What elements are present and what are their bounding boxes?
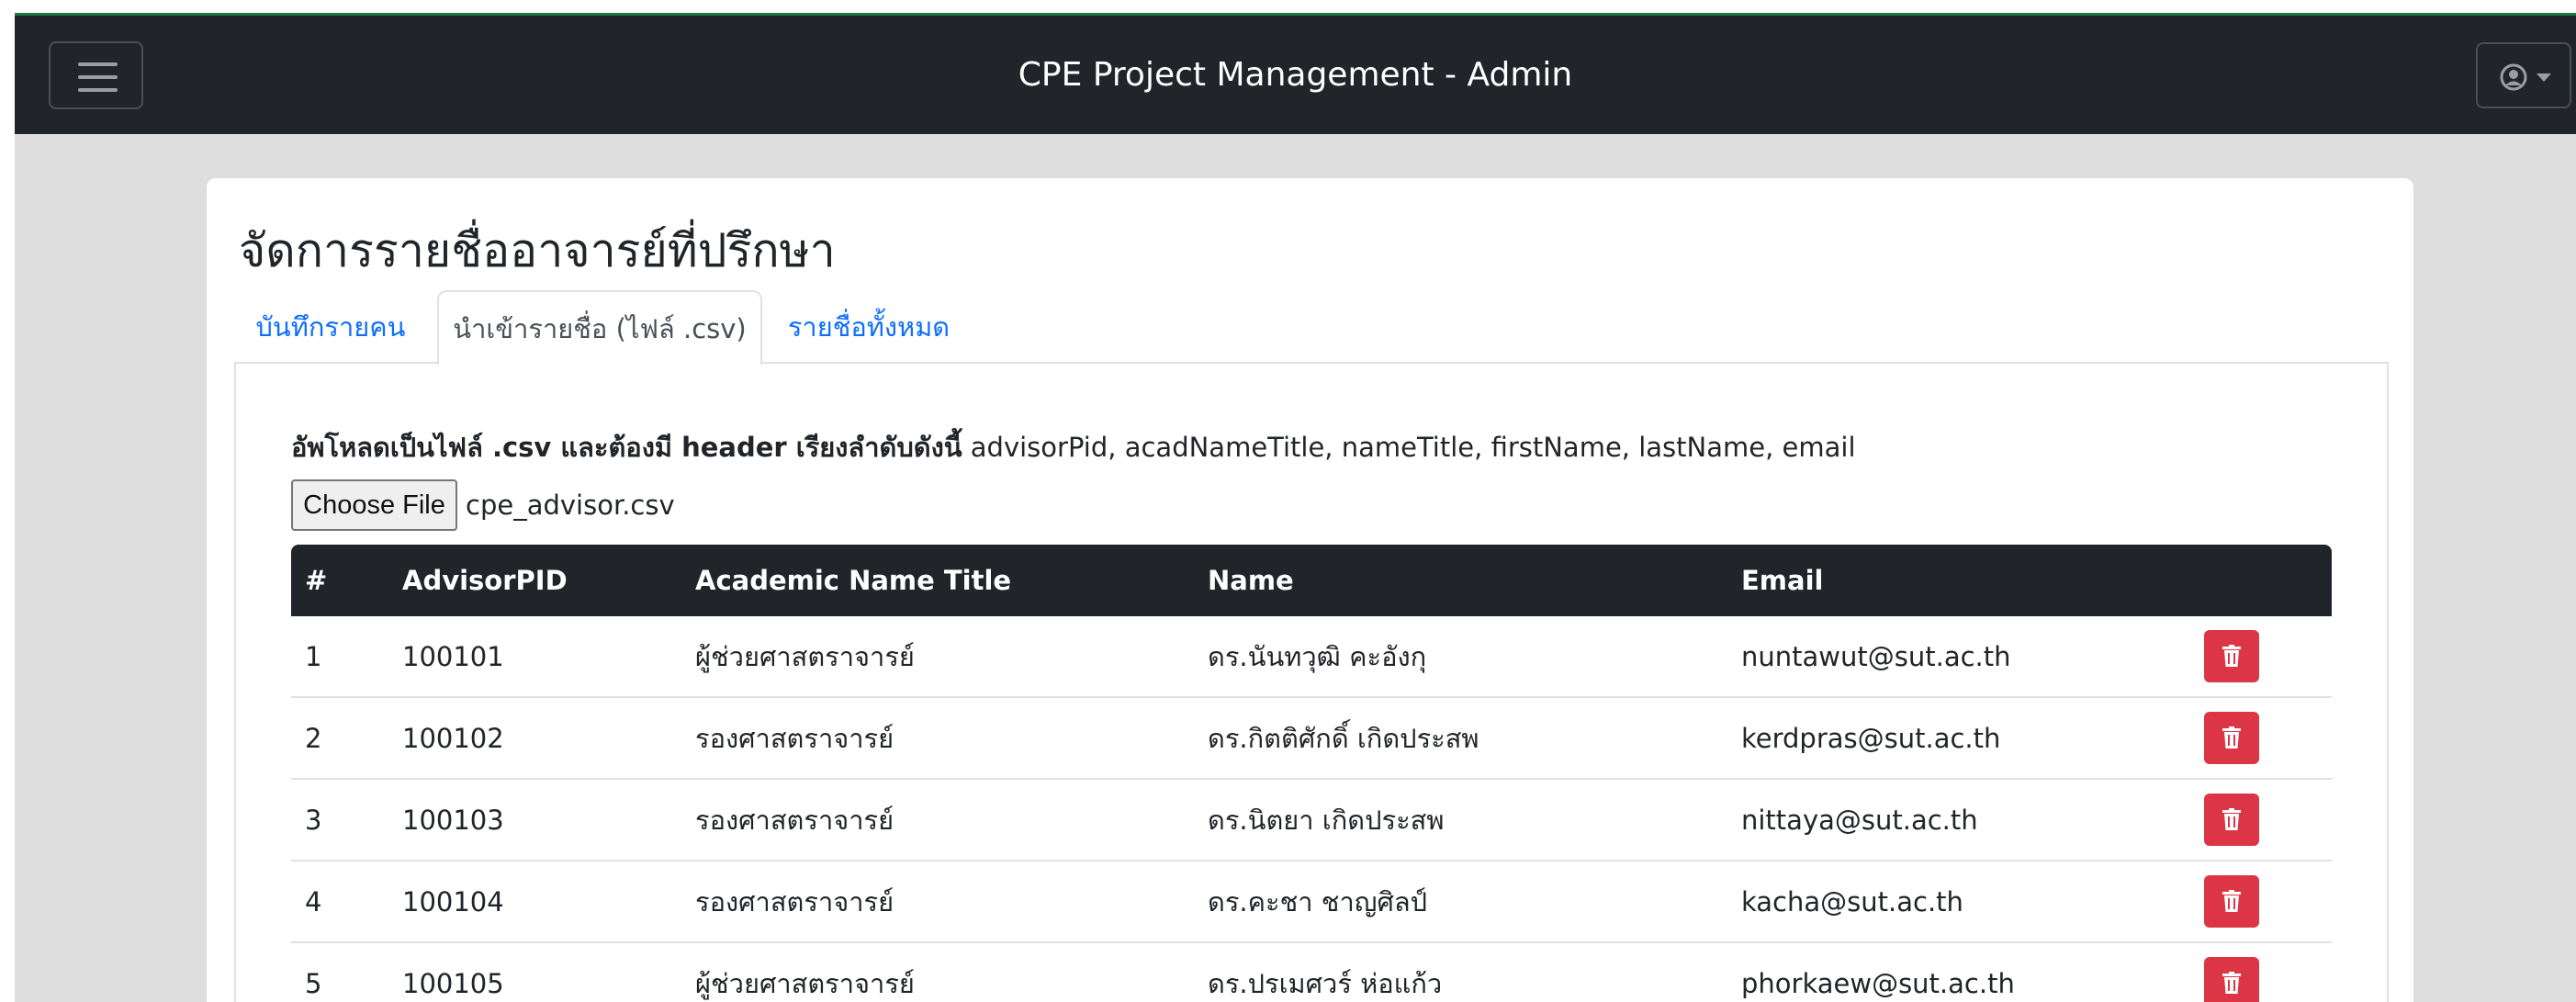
choose-file-button[interactable]: Choose File — [291, 479, 457, 531]
delete-button[interactable] — [2204, 957, 2259, 1002]
delete-button[interactable] — [2204, 875, 2259, 928]
instruction-text: อัพโหลดเป็นไฟล์ .csv และต้องมี header เร… — [291, 432, 962, 463]
column-header-email: Email — [1741, 565, 1824, 596]
academic-title: รองศาสตราจารย์ — [695, 805, 894, 836]
table-row: 3 100103 รองศาสตราจารย์ ดร.นิตยา เกิดประ… — [291, 780, 2332, 861]
tab-import-csv[interactable]: นำเข้ารายชื่อ (ไฟล์ .csv) — [437, 290, 762, 366]
academic-title: ผู้ช่วยศาสตราจารย์ — [695, 968, 915, 999]
table-header: # AdvisorPID Academic Name Title Name Em… — [291, 545, 2332, 616]
row-number: 5 — [305, 968, 322, 999]
row-number: 3 — [305, 805, 322, 836]
trash-icon — [2222, 808, 2241, 830]
user-menu-button[interactable] — [2476, 42, 2571, 108]
advisor-pid: 100102 — [402, 723, 504, 754]
advisor-name: ดร.กิตติศักดิ์ เกิดประสพ — [1208, 723, 1479, 754]
trash-icon — [2222, 890, 2241, 912]
chevron-down-icon — [2537, 73, 2551, 82]
academic-title: รองศาสตราจารย์ — [695, 723, 894, 754]
column-header-number: # — [305, 565, 328, 596]
import-csv-pane: อัพโหลดเป็นไฟล์ .csv และต้องมี header เร… — [234, 364, 2389, 1002]
page-title: จัดการรายชื่ออาจารย์ที่ปรึกษา — [239, 224, 836, 277]
trash-icon — [2222, 645, 2241, 667]
academic-title: ผู้ช่วยศาสตราจารย์ — [695, 641, 915, 672]
advisor-name: ดร.นิตยา เกิดประสพ — [1208, 805, 1445, 836]
advisor-pid: 100104 — [402, 886, 504, 918]
trash-icon — [2222, 726, 2241, 749]
academic-title: รองศาสตราจารย์ — [695, 886, 894, 918]
column-header-pid: AdvisorPID — [402, 565, 568, 596]
advisor-pid: 100101 — [402, 641, 504, 672]
advisor-pid: 100103 — [402, 805, 504, 836]
table-row: 5 100105 ผู้ช่วยศาสตราจารย์ ดร.ปรเมศวร์ … — [291, 943, 2332, 1002]
navbar: CPE Project Management - Admin — [15, 16, 2576, 134]
advisor-name: ดร.คะชา ชาญศิลป์ — [1208, 886, 1428, 918]
advisor-email: nittaya@sut.ac.th — [1741, 805, 1978, 836]
advisor-name: ดร.นันทวุฒิ คะอังกุ — [1208, 641, 1427, 672]
delete-button[interactable] — [2204, 630, 2259, 682]
advisor-name: ดร.ปรเมศวร์ ห่อแก้ว — [1208, 968, 1443, 999]
delete-button[interactable] — [2204, 794, 2259, 846]
advisor-pid: 100105 — [402, 968, 504, 999]
delete-button[interactable] — [2204, 712, 2259, 764]
page: CPE Project Management - Admin จัดการราย… — [15, 13, 2576, 1002]
trash-icon — [2222, 972, 2241, 994]
table-row: 4 100104 รองศาสตราจารย์ ดร.คะชา ชาญศิลป์… — [291, 861, 2332, 943]
advisor-email: phorkaew@sut.ac.th — [1741, 968, 2015, 999]
advisor-email: kacha@sut.ac.th — [1741, 886, 1963, 918]
tab-add-single[interactable]: บันทึกรายคน — [234, 290, 427, 364]
column-header-name: Name — [1208, 565, 1294, 596]
table-row: 2 100102 รองศาสตราจารย์ ดร.กิตติศักดิ์ เ… — [291, 698, 2332, 780]
row-number: 2 — [305, 723, 322, 754]
advisor-management-card: จัดการรายชื่ออาจารย์ที่ปรึกษา บันทึกรายค… — [207, 178, 2413, 1002]
advisor-email: nuntawut@sut.ac.th — [1741, 641, 2011, 672]
tab-all-advisors[interactable]: รายชื่อทั้งหมด — [774, 290, 963, 364]
instruction-fields: advisorPid, acadNameTitle, nameTitle, fi… — [962, 432, 1856, 463]
column-header-academic-title: Academic Name Title — [695, 565, 1012, 596]
app-title: CPE Project Management - Admin — [1018, 56, 1573, 94]
tab-bar: บันทึกรายคน นำเข้ารายชื่อ (ไฟล์ .csv) รา… — [234, 290, 2389, 366]
advisor-email: kerdpras@sut.ac.th — [1741, 723, 2001, 754]
row-number: 1 — [305, 641, 322, 672]
row-number: 4 — [305, 886, 322, 918]
user-circle-icon — [2500, 63, 2527, 91]
upload-instruction: อัพโหลดเป็นไฟล์ .csv และต้องมี header เร… — [291, 426, 1856, 468]
table-row: 1 100101 ผู้ช่วยศาสตราจารย์ ดร.นันทวุฒิ … — [291, 616, 2332, 698]
selected-file-name: cpe_advisor.csv — [466, 490, 675, 521]
